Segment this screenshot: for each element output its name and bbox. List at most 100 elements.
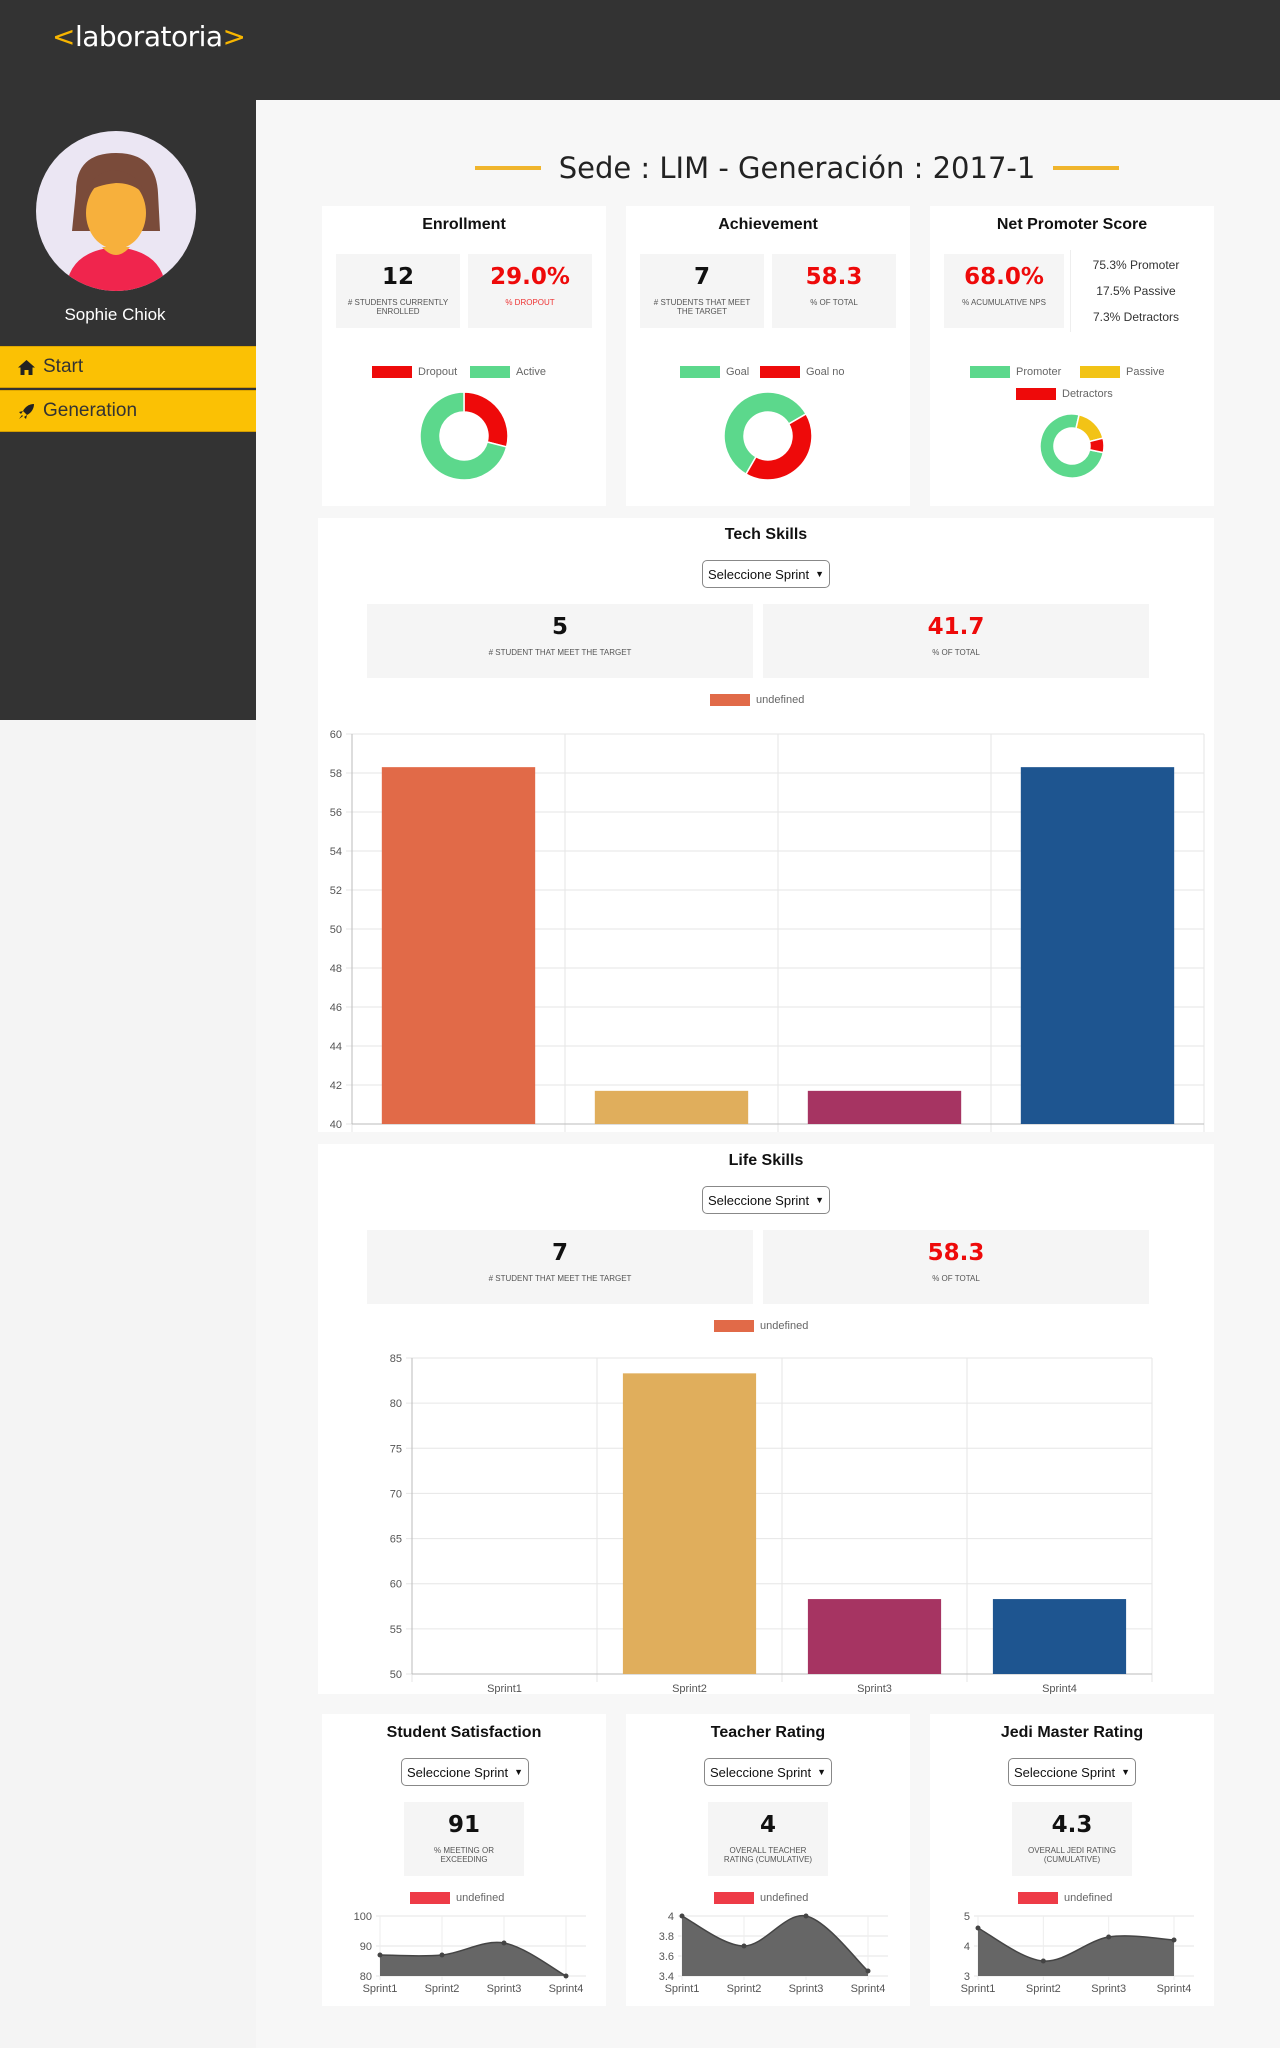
nps-card: Net Promoter Score 68.0% % ACUMULATIVE N… bbox=[930, 206, 1214, 506]
y-tick-label: 3.6 bbox=[659, 1951, 674, 1963]
life-percent-value: 58.3 bbox=[927, 1240, 985, 1266]
title-decoration-left bbox=[474, 166, 541, 170]
nps-detractors-line: 7.3% Detractors bbox=[1092, 310, 1180, 324]
bar-sprint3[interactable] bbox=[807, 1599, 942, 1674]
donut-slice-goal-no[interactable] bbox=[744, 412, 813, 481]
life-skills-card: Life Skills Seleccione Sprint ▼ 7 # STUDE… bbox=[318, 1144, 1214, 1694]
teacher-rating-area-chart: 3.4 3.6 3.8 4 Sprint1 Sprint2 Sprint3 Sprint4 bbox=[659, 1911, 888, 1995]
data-point-sprint4[interactable] bbox=[563, 1973, 569, 1979]
y-tick-label: 48 bbox=[330, 963, 342, 975]
y-tick-label: 5 bbox=[964, 1911, 970, 1923]
tech-sprint-select[interactable]: Seleccione Sprint ▼ bbox=[702, 560, 830, 588]
achievement-percent-stat: 58.3 % OF TOTAL bbox=[772, 254, 896, 328]
jedi-legend[interactable]: undefined bbox=[1018, 1892, 1112, 1904]
user-name: Sophie Chiok bbox=[64, 305, 166, 324]
enrolled-label: # STUDENTS CURRENTLY ENROLLED bbox=[347, 298, 449, 316]
x-tick-label: Sprint1 bbox=[487, 1683, 522, 1694]
nav-item-label: Start bbox=[43, 356, 84, 377]
teacher-rating-stat: 4 OVERALL TEACHER RATING (CUMULATIVE) bbox=[708, 1802, 828, 1876]
students-meet-label: # STUDENTS THAT MEET THE TARGET bbox=[653, 298, 751, 316]
y-tick-label: 100 bbox=[354, 1911, 372, 1923]
jedi-sprint-select[interactable]: Seleccione Sprint ▼ bbox=[1008, 1758, 1136, 1786]
x-tick-label: Sprint2 bbox=[727, 1983, 762, 1995]
y-tick-label: 80 bbox=[360, 1971, 372, 1983]
sidebar: Sophie Chiok Start Generation bbox=[0, 100, 256, 720]
nps-breakdown: 75.3% Promoter 17.5% Passive 7.3% Detrac… bbox=[1070, 250, 1202, 332]
tech-skills-title: Tech Skills bbox=[724, 526, 808, 543]
x-tick-label: Sprint1 bbox=[961, 1983, 996, 1995]
data-point-sprint4[interactable] bbox=[865, 1968, 871, 1974]
jedi-rating-label: OVERALL JEDI RATING (CUMULATIVE) bbox=[1027, 1846, 1117, 1864]
x-tick-label: Sprint4 bbox=[549, 1983, 584, 1995]
data-point-sprint2[interactable] bbox=[1040, 1958, 1046, 1964]
legend-goal[interactable]: Goal bbox=[680, 366, 749, 378]
enrollment-title: Enrollment bbox=[422, 216, 506, 233]
life-sprint-select[interactable]: Seleccione Sprint ▼ bbox=[702, 1186, 830, 1214]
rocket-icon bbox=[19, 403, 34, 419]
y-tick-label: 56 bbox=[330, 807, 342, 819]
enrolled-stat: 12 # STUDENTS CURRENTLY ENROLLED bbox=[336, 254, 460, 328]
bar-sprint4[interactable] bbox=[1020, 767, 1175, 1124]
nav-item-generation[interactable]: Generation bbox=[0, 390, 256, 432]
satisfaction-sprint-select[interactable]: Seleccione Sprint ▼ bbox=[401, 1758, 529, 1786]
x-tick-label: Sprint3 bbox=[1091, 1983, 1126, 1995]
y-tick-label: 42 bbox=[330, 1080, 342, 1092]
data-point-sprint1[interactable] bbox=[975, 1925, 981, 1931]
data-point-sprint1[interactable] bbox=[377, 1952, 383, 1958]
donut-slice-detractors[interactable] bbox=[1088, 437, 1105, 454]
bar-sprint1[interactable] bbox=[381, 767, 536, 1124]
achievement-percent-label: % OF TOTAL bbox=[810, 298, 858, 307]
y-tick-label: 54 bbox=[330, 846, 342, 858]
y-tick-label: 4 bbox=[964, 1941, 970, 1953]
legend-dropout[interactable]: Dropout bbox=[372, 366, 457, 378]
legend-active[interactable]: Active bbox=[470, 366, 546, 378]
x-tick-label: Sprint2 bbox=[672, 1683, 707, 1694]
nps-donut-chart bbox=[1039, 413, 1105, 479]
x-tick-label: Sprint3 bbox=[789, 1983, 824, 1995]
bar-sprint3[interactable] bbox=[807, 1090, 962, 1124]
data-point-sprint3[interactable] bbox=[803, 1913, 809, 1919]
data-point-sprint3[interactable] bbox=[501, 1940, 507, 1946]
tech-students-label: # STUDENT THAT MEET THE TARGET bbox=[488, 648, 632, 657]
teacher-legend[interactable]: undefined bbox=[714, 1892, 808, 1904]
satisfaction-value: 91 bbox=[447, 1812, 480, 1838]
teacher-sprint-select[interactable]: Seleccione Sprint ▼ bbox=[704, 1758, 832, 1786]
dropout-label: % DROPOUT bbox=[505, 298, 555, 307]
legend-promoter[interactable]: Promoter bbox=[970, 366, 1061, 378]
y-tick-label: 3 bbox=[964, 1971, 970, 1983]
tech-percent-label: % OF TOTAL bbox=[932, 648, 980, 657]
area-fill bbox=[978, 1928, 1174, 1976]
bar-sprint2[interactable] bbox=[622, 1373, 757, 1674]
legend-goal-no[interactable]: Goal no bbox=[760, 366, 845, 378]
life-students-value: 7 bbox=[551, 1240, 568, 1266]
y-tick-label: 85 bbox=[390, 1353, 402, 1365]
tech-legend[interactable]: undefined bbox=[710, 694, 804, 706]
tech-students-value: 5 bbox=[551, 614, 568, 640]
satisfaction-legend[interactable]: undefined bbox=[410, 1892, 504, 1904]
y-tick-label: 60 bbox=[390, 1579, 402, 1591]
donut-slice-dropout[interactable] bbox=[463, 391, 509, 448]
data-point-sprint1[interactable] bbox=[679, 1913, 685, 1919]
bar-sprint2[interactable] bbox=[594, 1090, 749, 1124]
data-point-sprint2[interactable] bbox=[741, 1943, 747, 1949]
user-avatar bbox=[36, 131, 196, 291]
legend-detractors[interactable]: Detractors bbox=[1016, 388, 1113, 400]
nps-label: % ACUMULATIVE NPS bbox=[962, 298, 1046, 307]
tech-skills-card: Tech Skills Seleccione Sprint ▼ 5 # STUDE… bbox=[318, 518, 1214, 1132]
nps-value: 68.0% bbox=[964, 264, 1044, 290]
laboratoria-logo[interactable]: <laboratoria> bbox=[52, 20, 246, 53]
nav-item-start[interactable]: Start bbox=[0, 346, 256, 388]
data-point-sprint4[interactable] bbox=[1171, 1937, 1177, 1943]
donut-slice-passive[interactable] bbox=[1075, 413, 1104, 443]
satisfaction-stat: 91 % MEETING OR EXCEEDING bbox=[404, 1802, 524, 1876]
data-point-sprint3[interactable] bbox=[1106, 1934, 1112, 1940]
data-point-sprint2[interactable] bbox=[439, 1952, 445, 1958]
main-content: Sede : LIM - Generación : 2017-1 Enrollm… bbox=[256, 100, 1280, 2048]
x-tick-label: Sprint1 bbox=[363, 1983, 398, 1995]
legend-passive[interactable]: Passive bbox=[1080, 366, 1165, 378]
x-tick-label: Sprint2 bbox=[1026, 1983, 1061, 1995]
bar-sprint4[interactable] bbox=[992, 1599, 1127, 1674]
page-header: Sede : LIM - Generación : 2017-1 bbox=[452, 148, 1142, 188]
life-legend[interactable]: undefined bbox=[714, 1320, 808, 1332]
jedi-rating-value: 4.3 bbox=[1051, 1812, 1093, 1838]
